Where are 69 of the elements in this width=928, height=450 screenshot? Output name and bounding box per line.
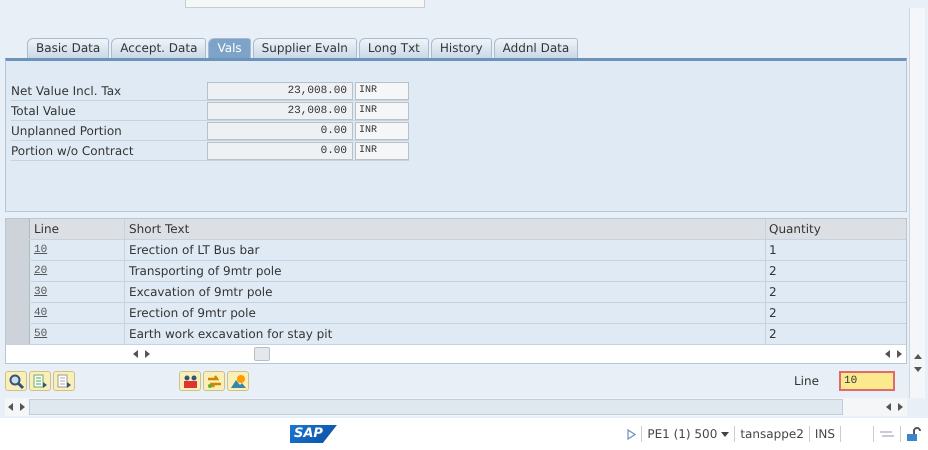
tab[interactable]: History xyxy=(430,38,492,58)
table-cell: Transporting of 9mtr pole xyxy=(125,261,766,281)
toolbar-button[interactable] xyxy=(29,371,51,391)
currency-field: INR xyxy=(355,122,409,140)
table-cell: Excavation of 9mtr pole xyxy=(125,282,766,302)
scroll-right-icon[interactable] xyxy=(144,350,152,358)
field-label: Portion w/o Contract xyxy=(11,142,135,160)
table-cell: Erection of LT Bus bar xyxy=(125,240,766,260)
table-cell-text: 2 xyxy=(768,326,778,343)
input-field[interactable] xyxy=(185,0,425,8)
table-cell: Earth work excavation for stay pit xyxy=(125,324,766,344)
table-cell-text: 2 xyxy=(768,284,778,301)
line-link[interactable]: 40 xyxy=(34,304,48,322)
line-link[interactable]: 30 xyxy=(34,284,48,300)
toolbar-button[interactable] xyxy=(53,371,75,391)
list-arrow-icon xyxy=(32,373,48,389)
scroll-up-icon[interactable] xyxy=(914,352,922,360)
currency-field: INR xyxy=(355,142,409,160)
tab[interactable]: Supplier Evaln xyxy=(252,38,357,58)
scroll-right-icon[interactable] xyxy=(896,350,904,358)
amount-field: 23,008.00 xyxy=(207,82,353,100)
line-field[interactable]: 10 xyxy=(839,371,895,391)
server-name: tansappe2 xyxy=(740,426,804,443)
table-cell-text: 2 xyxy=(768,263,778,280)
toolbar-button[interactable] xyxy=(5,371,27,391)
line-link[interactable]: 10 xyxy=(34,242,48,258)
toolbar-button[interactable] xyxy=(179,371,201,391)
play-icon[interactable] xyxy=(627,428,636,440)
scroll-left-icon[interactable] xyxy=(7,403,15,411)
field-label: Total Value xyxy=(11,102,77,120)
line-link[interactable]: 20 xyxy=(34,262,48,280)
people-icon xyxy=(182,373,198,389)
scroll-thumb[interactable] xyxy=(254,347,270,361)
column-header[interactable]: Quantity xyxy=(766,219,906,239)
tab[interactable]: Accept. Data xyxy=(111,38,206,58)
amount-field: 0.00 xyxy=(207,142,353,160)
scroll-left-icon[interactable] xyxy=(132,350,140,358)
amount-field: 23,008.00 xyxy=(207,102,353,120)
vertical-scrollbar[interactable] xyxy=(909,8,925,398)
table-cell-text: 1 xyxy=(768,242,778,259)
scroll-right-icon[interactable] xyxy=(19,403,27,411)
scroll-right-icon[interactable] xyxy=(897,403,905,411)
field-label: Net Value Incl. Tax xyxy=(11,82,122,100)
list-arrow-icon xyxy=(56,373,72,389)
field-label: Line xyxy=(794,373,819,390)
line-link[interactable]: 50 xyxy=(34,326,48,342)
dropdown-icon[interactable] xyxy=(721,432,730,436)
magnifier-icon xyxy=(8,373,24,389)
landscape-icon xyxy=(230,373,246,389)
currency-field: INR xyxy=(355,102,409,120)
scroll-left-icon[interactable] xyxy=(885,403,893,411)
system-info[interactable]: PE1 (1) 500 xyxy=(647,425,718,443)
scroll-down-icon[interactable] xyxy=(914,366,922,374)
scroll-left-icon[interactable] xyxy=(884,350,892,358)
field-label: Unplanned Portion xyxy=(11,122,123,140)
sap-logo: SAP xyxy=(290,425,337,443)
table-cell-text: 2 xyxy=(768,305,778,322)
padlock-icon xyxy=(906,426,922,442)
toolbar-button[interactable] xyxy=(227,371,249,391)
column-header[interactable]: Line xyxy=(30,219,125,239)
table-cell: Erection of 9mtr pole xyxy=(125,303,766,323)
column-header[interactable]: Short Text xyxy=(125,219,766,239)
tab[interactable]: Addnl Data xyxy=(494,38,578,58)
arrows-icon xyxy=(206,373,222,389)
amount-field: 0.00 xyxy=(207,122,353,140)
tab[interactable]: Basic Data xyxy=(27,38,110,58)
insert-mode: INS xyxy=(814,426,835,443)
currency-field: INR xyxy=(355,82,409,100)
tab[interactable]: Long Txt xyxy=(358,38,429,58)
